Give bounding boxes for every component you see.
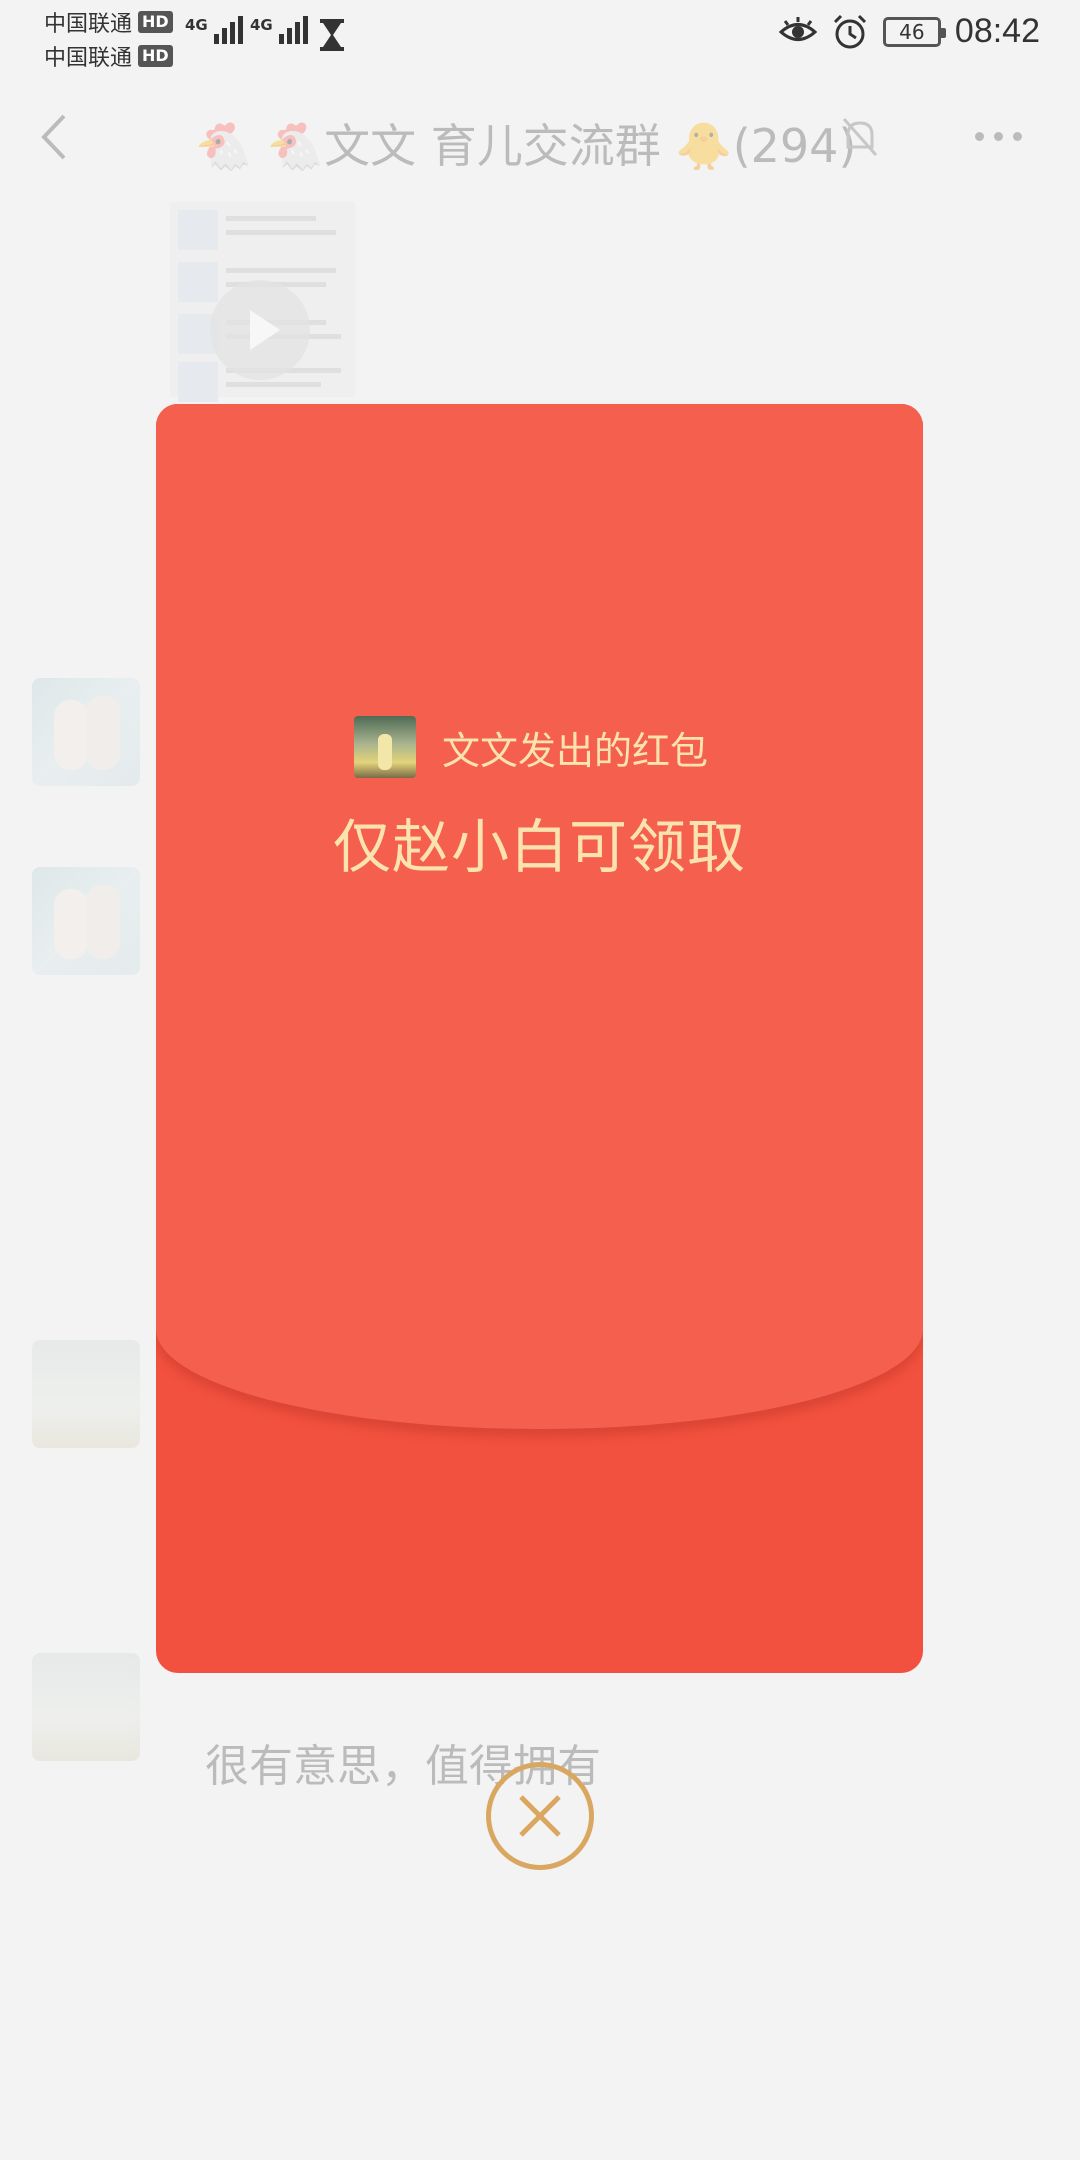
alarm-icon bbox=[833, 14, 866, 48]
chat-nav-bar: 🐔 🐔文文 育儿交流群 🐥(294) bbox=[0, 70, 1080, 205]
avatar[interactable] bbox=[32, 1653, 140, 1761]
network-type-1: 4G bbox=[185, 16, 208, 34]
eye-icon bbox=[778, 16, 817, 41]
signal-icon-1: 4G bbox=[185, 16, 243, 44]
screen: 中国联通 HD 中国联通 HD 4G 4G 46 08:42 🐔 🐔文文 育儿交… bbox=[0, 0, 1080, 2160]
muted-bell-icon bbox=[842, 118, 878, 156]
status-bar: 中国联通 HD 中国联通 HD 4G 4G 46 08:42 bbox=[0, 0, 1080, 72]
carrier-1-label: 中国联通 bbox=[44, 12, 133, 37]
battery-icon: 46 bbox=[882, 16, 946, 47]
avatar[interactable] bbox=[32, 678, 140, 786]
status-right: 46 08:42 bbox=[778, 12, 1040, 51]
battery-level: 46 bbox=[899, 19, 925, 44]
carrier-2-label: 中国联通 bbox=[44, 46, 133, 71]
back-icon[interactable] bbox=[38, 112, 68, 162]
red-packet-sender: 文文发出的红包 bbox=[354, 716, 708, 778]
more-icon[interactable] bbox=[975, 132, 1022, 141]
close-icon bbox=[519, 1795, 561, 1837]
close-button[interactable] bbox=[486, 1762, 594, 1870]
avatar[interactable] bbox=[32, 1340, 140, 1448]
hd-badge-2: HD bbox=[138, 45, 173, 67]
carrier-1: 中国联通 HD bbox=[44, 6, 173, 38]
network-type-2: 4G bbox=[250, 16, 273, 34]
carrier-2: 中国联通 HD bbox=[44, 40, 173, 72]
status-time: 08:42 bbox=[954, 12, 1040, 50]
hd-badge-1: HD bbox=[138, 11, 173, 33]
avatar[interactable] bbox=[32, 867, 140, 975]
hourglass-icon bbox=[320, 19, 344, 51]
red-packet-title: 仅赵小白可领取 bbox=[332, 813, 746, 881]
sender-text: 文文发出的红包 bbox=[442, 728, 709, 773]
red-packet-envelope[interactable]: 文文发出的红包 仅赵小白可领取 bbox=[156, 404, 923, 1673]
sender-avatar bbox=[354, 716, 416, 778]
play-icon[interactable] bbox=[210, 280, 310, 380]
chat-title: 🐔 🐔文文 育儿交流群 🐥(294) bbox=[195, 119, 857, 173]
signal-icon-2: 4G bbox=[250, 16, 308, 44]
